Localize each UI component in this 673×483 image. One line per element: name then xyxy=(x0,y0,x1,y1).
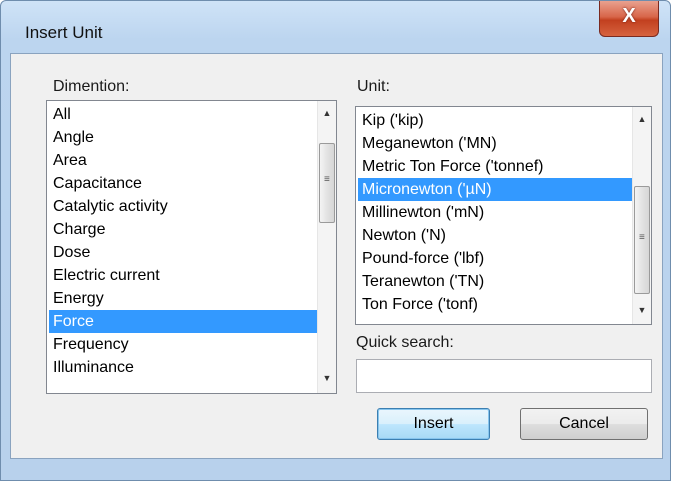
unit-list-item[interactable]: Teranewton ('TN) xyxy=(358,270,632,293)
unit-scrollbar[interactable]: ▲ ≡ ▼ xyxy=(632,107,651,324)
dialog-title: Insert Unit xyxy=(25,23,103,42)
quick-search-input[interactable] xyxy=(356,359,652,393)
arrow-up-icon[interactable]: ▲ xyxy=(318,104,336,122)
scroll-grip-icon: ≡ xyxy=(324,174,330,185)
dimension-list-item[interactable]: Dose xyxy=(49,241,317,264)
dimension-list-item[interactable]: All xyxy=(49,103,317,126)
unit-list-item[interactable]: Ton Force ('tonf) xyxy=(358,293,632,316)
dialog-body: Dimention: All Angle Area Capacitance Cataly… xyxy=(10,53,663,459)
unit-list-item[interactable]: Metric Ton Force ('tonnef) xyxy=(358,155,632,178)
dimension-listbox[interactable]: All Angle Area Capacitance Catalytic activit… xyxy=(46,100,337,394)
insert-button[interactable]: Insert xyxy=(377,408,490,440)
unit-list-item[interactable]: Millinewton ('mN) xyxy=(358,201,632,224)
unit-list-item[interactable]: Meganewton ('MN) xyxy=(358,132,632,155)
dimension-list-item[interactable]: Capacitance xyxy=(49,172,317,195)
quick-search-label: Quick search: xyxy=(356,334,454,351)
dimension-list-item[interactable]: Illuminance xyxy=(49,356,317,379)
arrow-down-icon[interactable]: ▼ xyxy=(633,301,651,319)
dimension-list-item[interactable]: Energy xyxy=(49,287,317,310)
dimension-scrollbar[interactable]: ▲ ≡ ▼ xyxy=(317,101,336,393)
unit-scroll-thumb[interactable]: ≡ xyxy=(634,186,650,294)
title-bar[interactable]: Insert Unit X xyxy=(1,1,670,53)
unit-list-item[interactable]: Pound-force ('lbf) xyxy=(358,247,632,270)
unit-list-item[interactable]: Micronewton ('µN) xyxy=(358,178,632,201)
unit-listbox[interactable]: Kip ('kip) Meganewton ('MN) Metric Ton For… xyxy=(355,106,652,325)
close-icon: X xyxy=(622,5,636,27)
dimension-list-item[interactable]: Frequency xyxy=(49,333,317,356)
insert-unit-dialog: Insert Unit X Dimention: All Angle Area Cap… xyxy=(0,0,671,481)
unit-list-item[interactable]: Kip ('kip) xyxy=(358,109,632,132)
dimension-list-item[interactable]: Angle xyxy=(49,126,317,149)
close-button[interactable]: X xyxy=(599,1,659,37)
unit-list-item[interactable]: Newton ('N) xyxy=(358,224,632,247)
dimension-list-item[interactable]: Catalytic activity xyxy=(49,195,317,218)
dimension-label: Dimention: xyxy=(53,78,130,95)
arrow-down-icon[interactable]: ▼ xyxy=(318,369,336,387)
unit-items: Kip ('kip) Meganewton ('MN) Metric Ton For… xyxy=(358,109,632,316)
arrow-up-icon[interactable]: ▲ xyxy=(633,110,651,128)
dimension-scroll-thumb[interactable]: ≡ xyxy=(319,143,335,223)
unit-label: Unit: xyxy=(357,78,390,95)
scroll-grip-icon: ≡ xyxy=(639,232,645,243)
dimension-list-item[interactable]: Area xyxy=(49,149,317,172)
dimension-items: All Angle Area Capacitance Catalytic activit… xyxy=(49,103,317,379)
cancel-button[interactable]: Cancel xyxy=(520,408,648,440)
dimension-list-item[interactable]: Electric current xyxy=(49,264,317,287)
dimension-list-item[interactable]: Charge xyxy=(49,218,317,241)
dimension-list-item[interactable]: Force xyxy=(49,310,317,333)
